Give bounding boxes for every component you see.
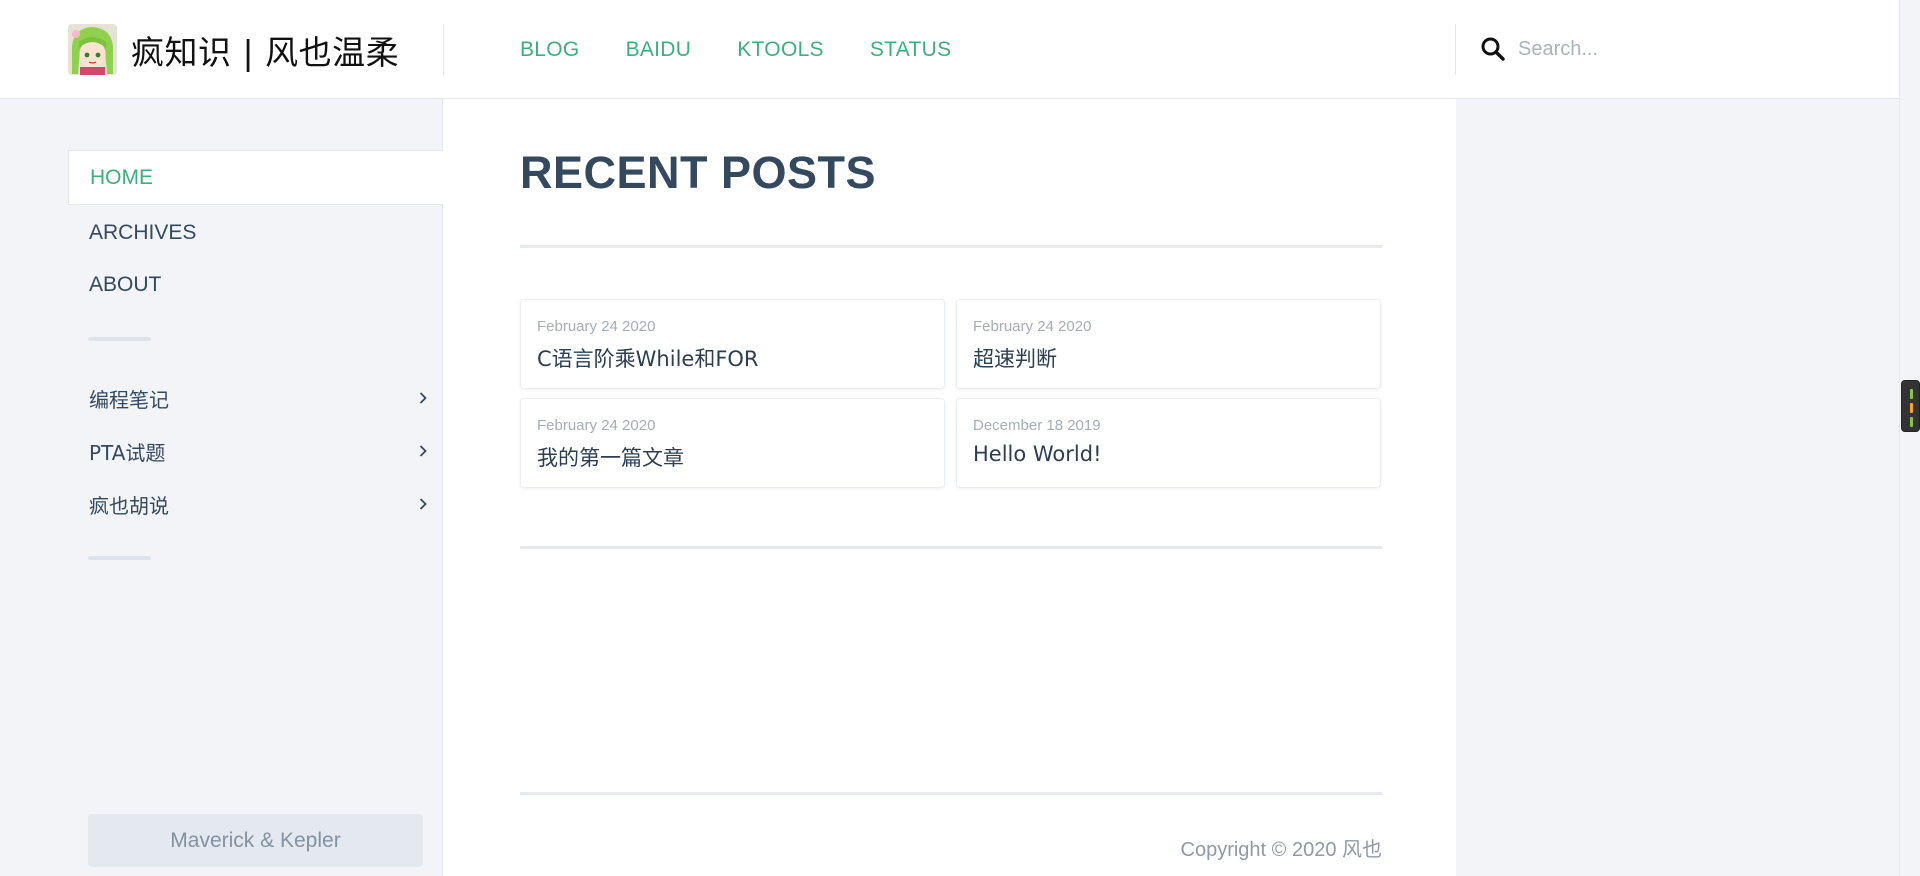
chevron-right-icon xyxy=(419,498,427,510)
sidebar-category-pta[interactable]: PTA试题 xyxy=(68,427,430,475)
post-card[interactable]: February 24 2020 C语言阶乘While和FOR xyxy=(520,299,945,389)
right-column xyxy=(1456,99,1899,876)
top-nav: BLOG BAIDU KTOOLS STATUS xyxy=(520,38,997,62)
search-input[interactable] xyxy=(1518,37,1818,61)
post-card[interactable]: December 18 2019 Hello World! xyxy=(956,398,1381,488)
nav-baidu-link[interactable]: BAIDU xyxy=(626,38,692,62)
post-date: February 24 2020 xyxy=(973,318,1092,335)
copyright-text: Copyright © 2020 风也 xyxy=(1180,839,1383,861)
post-title[interactable]: 超速判断 xyxy=(973,343,1364,373)
post-date: February 24 2020 xyxy=(537,318,656,335)
chevron-right-icon xyxy=(419,445,427,457)
sidebar-category-label: PTA试题 xyxy=(89,440,166,465)
sidebar-item-about[interactable]: ABOUT xyxy=(68,257,443,312)
sidebar-category-coding-notes[interactable]: 编程笔记 xyxy=(68,374,430,422)
left-sidebar: HOME ARCHIVES ABOUT 编程笔记 PTA试题 疯也胡说 Mave… xyxy=(0,99,443,876)
main-content: RECENT POSTS February 24 2020 C语言阶乘While… xyxy=(444,99,1456,876)
sidebar-separator xyxy=(88,556,151,560)
site-brand[interactable]: 疯知识 | 风也温柔 xyxy=(68,24,399,75)
sidebar-category-label: 疯也胡说 xyxy=(89,493,169,518)
site-title: 疯知识 | 风也温柔 xyxy=(131,32,400,72)
post-date: February 24 2020 xyxy=(537,417,656,434)
side-widget[interactable] xyxy=(1901,380,1920,432)
sidebar-item-archives[interactable]: ARCHIVES xyxy=(68,205,443,260)
header-divider xyxy=(443,24,444,75)
post-date: December 18 2019 xyxy=(973,417,1101,434)
theme-credit-button[interactable]: Maverick & Kepler xyxy=(88,814,423,867)
post-title[interactable]: Hello World! xyxy=(973,442,1364,466)
sidebar-category-ramblings[interactable]: 疯也胡说 xyxy=(68,480,430,528)
post-card[interactable]: February 24 2020 我的第一篇文章 xyxy=(520,398,945,488)
title-divider xyxy=(520,245,1382,248)
footer-divider xyxy=(520,792,1382,795)
sidebar-separator xyxy=(88,337,151,341)
sidebar-category-label: 编程笔记 xyxy=(89,387,169,412)
nav-status-link[interactable]: STATUS xyxy=(870,38,952,62)
nav-blog-link[interactable]: BLOG xyxy=(520,38,580,62)
page-scrollbar[interactable] xyxy=(1899,0,1920,876)
page-title: RECENT POSTS xyxy=(520,147,877,198)
post-title[interactable]: 我的第一篇文章 xyxy=(537,442,928,472)
header-divider-right xyxy=(1455,24,1456,75)
posts-divider xyxy=(520,546,1382,549)
search-icon[interactable] xyxy=(1480,36,1506,62)
sidebar-item-home[interactable]: HOME xyxy=(68,150,443,205)
post-title[interactable]: C语言阶乘While和FOR xyxy=(537,343,928,373)
chevron-right-icon xyxy=(419,392,427,404)
avatar xyxy=(68,24,117,75)
search-box xyxy=(1480,36,1818,62)
nav-ktools-link[interactable]: KTOOLS xyxy=(737,38,824,62)
top-navbar: 疯知识 | 风也温柔 BLOG BAIDU KTOOLS STATUS xyxy=(0,0,1899,99)
post-card[interactable]: February 24 2020 超速判断 xyxy=(956,299,1381,389)
